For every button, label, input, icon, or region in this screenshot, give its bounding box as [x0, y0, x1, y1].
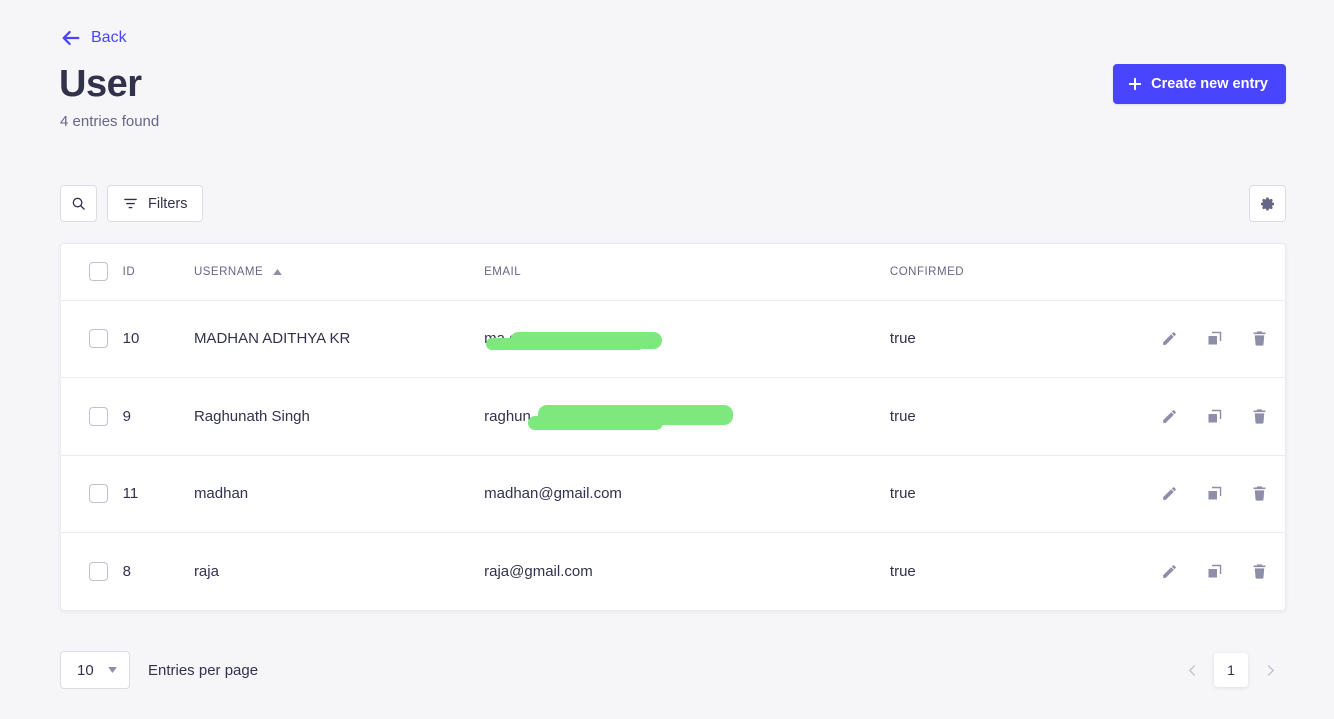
- table-row[interactable]: 10 MADHAN ADITHYA KR ma.com true: [61, 300, 1285, 378]
- column-header-id-label: ID: [122, 265, 136, 278]
- cell-confirmed: true: [889, 563, 916, 580]
- filters-button[interactable]: Filters: [107, 185, 204, 222]
- cell-email: raghun: [474, 377, 875, 456]
- cell-username: raja: [193, 563, 219, 580]
- row-checkbox[interactable]: [89, 484, 108, 504]
- table-body: 10 MADHAN ADITHYA KR ma.com true 9 Raghu…: [61, 300, 1285, 610]
- pagination: 1: [1176, 653, 1286, 687]
- pagination-page-number: 1: [1227, 662, 1235, 678]
- table-head: ID USERNAME EMAIL CONFIRMED: [61, 244, 1285, 301]
- table-row[interactable]: 9 Raghunath Singh raghun true: [61, 377, 1285, 456]
- pagination-next-button[interactable]: [1254, 654, 1286, 686]
- cell-id: 11: [112, 455, 185, 533]
- column-header-username[interactable]: USERNAME: [184, 244, 475, 301]
- back-link-label: Back: [91, 29, 127, 46]
- column-header-id[interactable]: ID: [112, 244, 185, 301]
- search-button[interactable]: [60, 185, 97, 222]
- cell-actions: [1096, 300, 1285, 378]
- filters-label: Filters: [148, 195, 188, 212]
- select-all-header: [61, 244, 113, 301]
- chevron-left-icon: [1188, 664, 1195, 676]
- chevron-right-icon: [1267, 664, 1274, 676]
- cell-username: MADHAN ADITHYA KR: [184, 300, 475, 378]
- cell-email: raja@gmail.com: [484, 563, 593, 580]
- cell-id: 8: [122, 563, 131, 580]
- email-suffix: .com: [504, 330, 538, 348]
- email-redaction-mark: [538, 404, 734, 425]
- trash-icon[interactable]: [1251, 563, 1268, 580]
- pagination-page-1[interactable]: 1: [1214, 653, 1248, 687]
- duplicate-icon[interactable]: [1206, 330, 1223, 347]
- cell-confirmed: true: [874, 300, 1097, 378]
- trash-icon[interactable]: [1251, 330, 1268, 347]
- row-checkbox[interactable]: [89, 562, 108, 581]
- row-checkbox[interactable]: [89, 329, 108, 349]
- cell-actions: [1096, 455, 1285, 533]
- duplicate-icon[interactable]: [1206, 563, 1223, 580]
- column-header-confirmed-label: CONFIRMED: [889, 265, 965, 278]
- email-redaction-mark: [528, 415, 664, 430]
- create-new-entry-button[interactable]: Create new entry: [1113, 64, 1286, 104]
- search-icon: [72, 197, 85, 210]
- cell-confirmed: true: [874, 377, 1097, 456]
- column-header-actions: [1096, 244, 1285, 301]
- duplicate-icon[interactable]: [1206, 408, 1223, 425]
- cell-actions: [1097, 533, 1285, 611]
- chevron-down-icon: [107, 667, 117, 673]
- table-row[interactable]: 11 madhan madhan@gmail.com true: [61, 455, 1285, 533]
- cell-id: 9: [112, 377, 185, 456]
- entries-found-count: 4 entries found: [60, 113, 160, 130]
- cell-email: ma.com: [474, 300, 875, 378]
- entries-table-card: ID USERNAME EMAIL CONFIRMED 10 MADHAN AD…: [60, 243, 1286, 611]
- row-select-cell: [61, 377, 113, 456]
- table-header-row: ID USERNAME EMAIL CONFIRMED: [61, 244, 1285, 301]
- cell-email: madhan@gmail.com: [474, 455, 875, 533]
- page-title: User: [59, 63, 142, 105]
- entries-per-page-select[interactable]: 10: [60, 651, 130, 689]
- select-all-checkbox[interactable]: [89, 262, 108, 282]
- pencil-icon[interactable]: [1161, 408, 1178, 425]
- column-header-email[interactable]: EMAIL: [474, 244, 875, 301]
- entries-table: ID USERNAME EMAIL CONFIRMED 10 MADHAN AD…: [61, 244, 1285, 610]
- table-toolbar: Filters: [60, 185, 1286, 222]
- cell-username: Raghunath Singh: [184, 377, 475, 456]
- row-select-cell: [61, 300, 113, 378]
- gear-icon: [1260, 196, 1274, 211]
- trash-icon[interactable]: [1251, 485, 1268, 502]
- column-header-username-label: USERNAME: [193, 265, 264, 278]
- row-select-cell: [61, 533, 113, 611]
- column-header-email-label: EMAIL: [484, 265, 522, 278]
- pencil-icon[interactable]: [1161, 485, 1178, 502]
- duplicate-icon[interactable]: [1206, 485, 1223, 502]
- cell-username: madhan: [184, 455, 475, 533]
- column-header-confirmed[interactable]: CONFIRMED: [874, 244, 1097, 301]
- row-select-cell: [61, 455, 113, 533]
- pagination-previous-button[interactable]: [1176, 654, 1208, 686]
- settings-button[interactable]: [1249, 185, 1286, 222]
- email-prefix: ma: [484, 330, 505, 348]
- entries-per-page-label: Entries per page: [148, 661, 259, 679]
- table-footer: 10 Entries per page 1: [60, 646, 1286, 694]
- cell-id: 10: [112, 300, 185, 378]
- cell-confirmed: true: [874, 455, 1097, 533]
- create-new-entry-label: Create new entry: [1151, 76, 1268, 92]
- user-collection-page: Back User 4 entries found Create new ent…: [0, 0, 1334, 719]
- plus-icon: [1128, 77, 1142, 91]
- row-checkbox[interactable]: [89, 406, 108, 426]
- trash-icon[interactable]: [1251, 408, 1268, 425]
- sort-ascending-icon[interactable]: [273, 268, 282, 275]
- arrow-left-icon: [62, 30, 80, 46]
- entries-per-page-value: 10: [77, 661, 94, 679]
- filter-icon: [124, 198, 137, 209]
- pencil-icon[interactable]: [1161, 563, 1178, 580]
- table-row[interactable]: 8 raja raja@gmail.com true: [61, 533, 1285, 611]
- email-prefix: raghun: [484, 407, 531, 425]
- pencil-icon[interactable]: [1161, 330, 1178, 347]
- cell-actions: [1096, 377, 1285, 456]
- back-link[interactable]: Back: [60, 27, 127, 49]
